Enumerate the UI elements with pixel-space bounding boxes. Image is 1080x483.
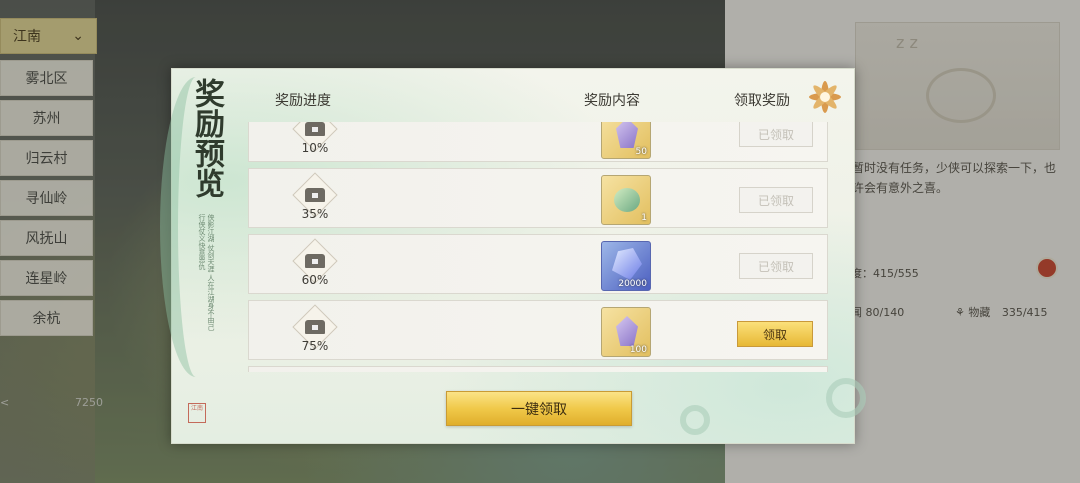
reward-item[interactable]: 100	[601, 307, 651, 357]
reward-row: 60% 20000 已领取	[248, 234, 828, 294]
purple-gem-icon	[616, 316, 638, 346]
reward-qty: 100	[629, 345, 647, 355]
reward-progress: 10%	[301, 141, 329, 155]
cloud-ornament	[680, 405, 710, 435]
jade-pendant-icon	[614, 188, 640, 212]
reward-row	[248, 366, 828, 372]
column-header-progress: 奖励进度	[275, 93, 331, 109]
close-icon-core	[820, 92, 830, 102]
dialog-subtitle: 侠影江湖 仗剑天涯 人在江湖身不由己 行侠仗义快意恩仇	[198, 214, 215, 331]
close-button[interactable]	[807, 79, 843, 115]
claim-all-button[interactable]: 一键领取	[446, 391, 632, 426]
reward-item[interactable]: 20000	[601, 241, 651, 291]
purple-gem-icon	[616, 122, 638, 148]
reward-qty: 1	[641, 213, 647, 223]
reward-row: 75% 100 领取	[248, 300, 828, 360]
reward-qty: 50	[635, 147, 647, 157]
claim-button[interactable]: 领取	[737, 321, 813, 347]
reward-list[interactable]: 10% 50 已领取 35% 1 已领取 60% 20000 已领取 75% 1…	[248, 122, 830, 372]
cloud-ornament	[826, 378, 866, 418]
blue-crystal-icon	[612, 248, 642, 280]
column-header-claim: 领取奖励	[734, 93, 790, 109]
seal-stamp: 江南	[188, 403, 206, 423]
dialog-title: 奖励预览	[189, 78, 224, 198]
column-header-content: 奖励内容	[584, 93, 640, 109]
reward-progress: 75%	[301, 339, 329, 353]
reward-row: 35% 1 已领取	[248, 168, 828, 228]
reward-item[interactable]: 1	[601, 175, 651, 225]
claimed-button: 已领取	[739, 187, 813, 213]
reward-row: 10% 50 已领取	[248, 122, 828, 162]
reward-qty: 20000	[618, 279, 647, 289]
claimed-button: 已领取	[739, 253, 813, 279]
claimed-button: 已领取	[739, 122, 813, 147]
reward-progress: 35%	[301, 207, 329, 221]
reward-item[interactable]: 50	[601, 122, 651, 159]
reward-progress: 60%	[301, 273, 329, 287]
